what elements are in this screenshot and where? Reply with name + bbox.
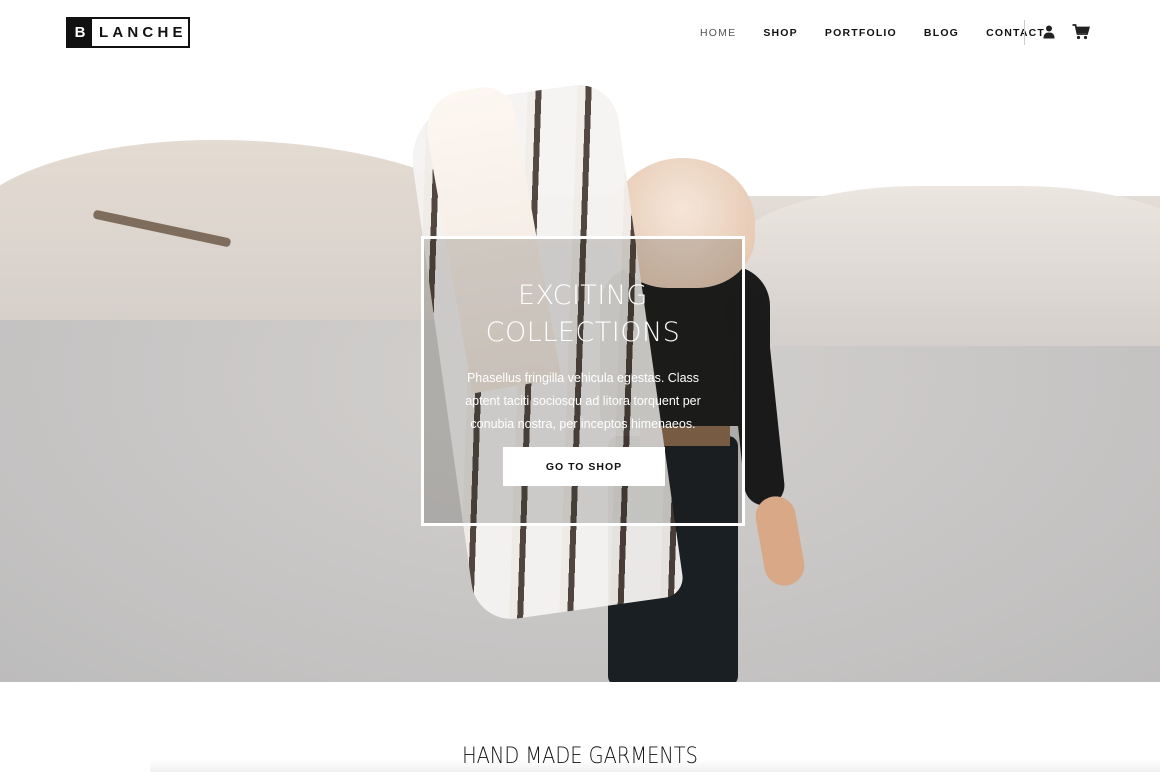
- user-icon[interactable]: [1042, 25, 1056, 39]
- nav-item-contact[interactable]: CONTACT: [986, 27, 1045, 39]
- go-to-shop-button[interactable]: GO TO SHOP: [503, 447, 665, 486]
- nav-item-home[interactable]: HOME: [700, 27, 736, 39]
- hero-title: EXCITING COLLECTIONS: [424, 277, 742, 351]
- site-header: B LANCHE HOME SHOP PORTFOLIO BLOG CONTAC…: [0, 0, 1160, 66]
- nav-item-shop[interactable]: SHOP: [763, 27, 798, 39]
- section-title: HAND MADE GARMENTS: [462, 744, 698, 769]
- cart-icon[interactable]: [1072, 24, 1090, 40]
- nav-divider: [1024, 20, 1025, 45]
- logo-text: LANCHE: [99, 24, 187, 41]
- logo-initial: B: [68, 19, 92, 46]
- logo[interactable]: B LANCHE: [66, 17, 190, 48]
- hero-title-line1: EXCITING: [518, 280, 648, 311]
- nav-item-portfolio[interactable]: PORTFOLIO: [825, 27, 897, 39]
- hero-title-line2: COLLECTIONS: [485, 317, 681, 348]
- hero-promo-box: EXCITING COLLECTIONS Phasellus fringilla…: [421, 236, 745, 526]
- main-nav: HOME SHOP PORTFOLIO BLOG CONTACT: [700, 27, 1071, 39]
- nav-item-blog[interactable]: BLOG: [924, 27, 959, 39]
- hero-description: Phasellus fringilla vehicula egestas. Cl…: [465, 371, 701, 431]
- hero-banner: EXCITING COLLECTIONS Phasellus fringilla…: [0, 66, 1160, 682]
